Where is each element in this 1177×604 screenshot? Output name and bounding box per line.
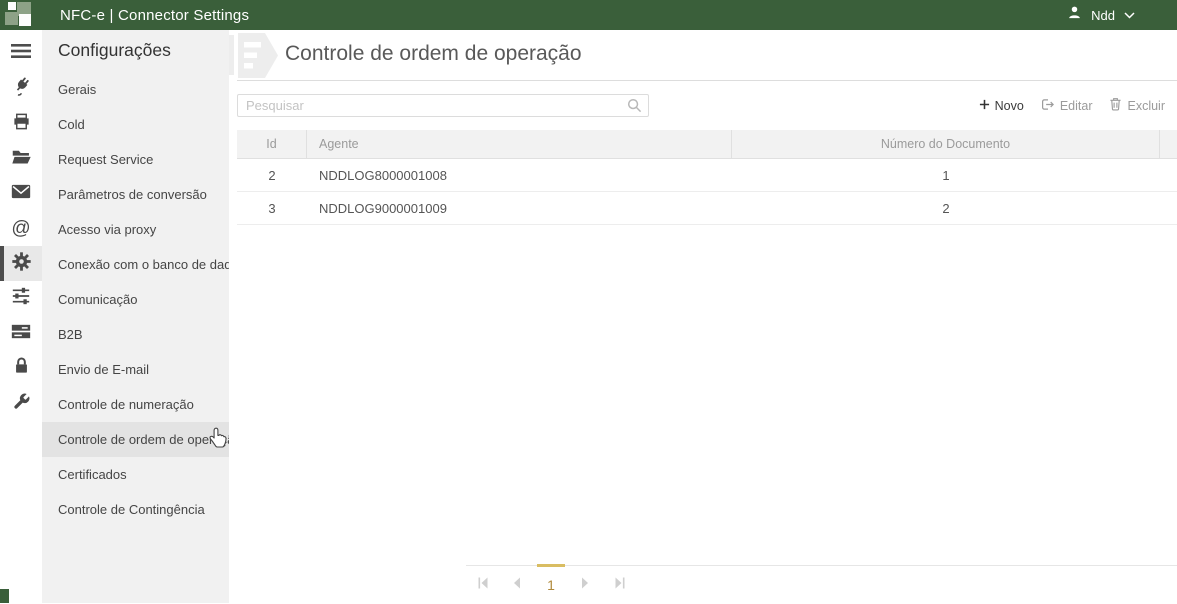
prev-page-icon (513, 576, 521, 594)
trash-icon (1109, 97, 1122, 114)
new-button-label: Novo (995, 99, 1024, 113)
cell-agente: NDDLOG8000001008 (307, 168, 732, 183)
envelope-icon (11, 184, 31, 204)
printer-icon (12, 112, 31, 136)
search-box (237, 94, 649, 117)
chevron-down-icon (1124, 6, 1135, 24)
wrench-icon (12, 392, 31, 416)
new-button[interactable]: Novo (979, 99, 1024, 113)
column-header-id[interactable]: Id (237, 130, 307, 158)
lock-icon (13, 356, 30, 381)
rail-item-tools[interactable] (0, 386, 42, 421)
rail-item-settings[interactable] (0, 246, 42, 281)
rail-item-print[interactable] (0, 106, 42, 141)
last-page-button[interactable] (602, 566, 636, 604)
prev-page-button[interactable] (500, 566, 534, 604)
at-sign-icon: @ (11, 218, 30, 240)
user-menu[interactable]: Ndd (1067, 5, 1177, 25)
app-window: NFC-e | Connector Settings Ndd (0, 0, 1177, 603)
icon-rail: @ (0, 30, 42, 603)
data-grid: Id Agente Número do Documento 2 NDDLOG80… (237, 130, 1177, 225)
logo-square (5, 12, 18, 25)
sidebar-item-cold[interactable]: Cold (42, 107, 229, 142)
cell-id: 2 (237, 168, 307, 183)
table-row[interactable]: 2 NDDLOG8000001008 1 (237, 159, 1177, 192)
next-page-icon (581, 576, 589, 594)
grid-header-row: Id Agente Número do Documento (237, 130, 1177, 159)
grid-pager: 1 1 - 2 de 2 itens (466, 565, 1177, 603)
rail-item-servers[interactable] (0, 316, 42, 351)
rail-item-files[interactable] (0, 141, 42, 176)
folder-open-icon (11, 147, 32, 170)
app-title: NFC-e | Connector Settings (60, 7, 249, 24)
sidebar-item-envio-email[interactable]: Envio de E-mail (42, 352, 229, 387)
cell-agente: NDDLOG9000001009 (307, 201, 732, 216)
edit-button-label: Editar (1060, 99, 1093, 113)
sidebar-item-b2b[interactable]: B2B (42, 317, 229, 352)
hamburger-menu-icon (11, 44, 31, 63)
header-bar: NFC-e | Connector Settings Ndd (0, 0, 1177, 30)
sliders-icon (11, 287, 31, 310)
rail-item-mail[interactable] (0, 176, 42, 211)
first-page-icon (478, 576, 489, 594)
rail-item-security[interactable] (0, 351, 42, 386)
table-row[interactable]: 3 NDDLOG9000001009 2 (237, 192, 1177, 225)
page-number-button[interactable]: 1 (534, 566, 568, 604)
sidebar-item-gerais[interactable]: Gerais (42, 72, 229, 107)
delete-button-label: Excluir (1127, 99, 1165, 113)
current-page-indicator (537, 564, 565, 567)
sidebar-item-parametros-conversao[interactable]: Parâmetros de conversão (42, 177, 229, 212)
user-name: Ndd (1091, 8, 1115, 23)
app-logo (0, 0, 54, 30)
cell-numero-documento: 1 (732, 168, 1160, 183)
sidebar-item-certificados[interactable]: Certificados (42, 457, 229, 492)
plus-icon (979, 99, 990, 113)
rail-item-preferences[interactable] (0, 281, 42, 316)
gear-icon (11, 251, 32, 277)
column-header-numero-documento[interactable]: Número do Documento (732, 130, 1160, 158)
search-icon (627, 98, 642, 118)
sidebar-item-controle-contingencia[interactable]: Controle de Contingência (42, 492, 229, 527)
cell-id: 3 (237, 201, 307, 216)
sidebar-item-controle-numeracao[interactable]: Controle de numeração (42, 387, 229, 422)
first-page-button[interactable] (466, 566, 500, 604)
page-watermark-icon (229, 32, 279, 81)
rail-item-connectors[interactable] (0, 71, 42, 106)
cell-numero-documento: 2 (732, 201, 1160, 216)
search-input[interactable] (237, 94, 649, 117)
server-list-icon (11, 323, 31, 345)
page-title: Controle de ordem de operação (285, 42, 582, 66)
user-icon (1067, 5, 1082, 25)
last-page-icon (614, 576, 625, 594)
sidebar-item-request-service[interactable]: Request Service (42, 142, 229, 177)
main-panel: Controle de ordem de operação Novo (229, 30, 1177, 603)
column-header-agente[interactable]: Agente (307, 130, 732, 158)
rail-item-menu[interactable] (0, 36, 42, 71)
sidebar-list: Gerais Cold Request Service Parâmetros d… (42, 72, 229, 527)
next-page-button[interactable] (568, 566, 602, 604)
corner-accent (0, 589, 9, 603)
sidebar-item-acesso-proxy[interactable]: Acesso via proxy (42, 212, 229, 247)
grid-toolbar: Novo Editar Excluir (229, 81, 1177, 130)
toolbar-actions: Novo Editar Excluir (979, 81, 1165, 130)
rail-item-at[interactable]: @ (0, 211, 42, 246)
sidebar-item-comunicacao[interactable]: Comunicação (42, 282, 229, 317)
sidebar-item-conexao-banco[interactable]: Conexão com o banco de dados (42, 247, 229, 282)
current-page-number: 1 (547, 577, 555, 593)
page-header: Controle de ordem de operação (229, 30, 1177, 81)
settings-sidebar: Configurações Gerais Cold Request Servic… (42, 30, 229, 603)
plug-icon (11, 76, 31, 101)
delete-button[interactable]: Excluir (1109, 97, 1165, 114)
column-header-spacer (1160, 130, 1177, 158)
sidebar-title: Configurações (42, 30, 229, 66)
edit-arrow-icon (1041, 98, 1055, 114)
edit-button[interactable]: Editar (1041, 98, 1093, 114)
logo-square (19, 14, 31, 26)
sidebar-item-controle-ordem-operacao[interactable]: Controle de ordem de operação (42, 422, 229, 457)
logo-square (8, 2, 16, 10)
